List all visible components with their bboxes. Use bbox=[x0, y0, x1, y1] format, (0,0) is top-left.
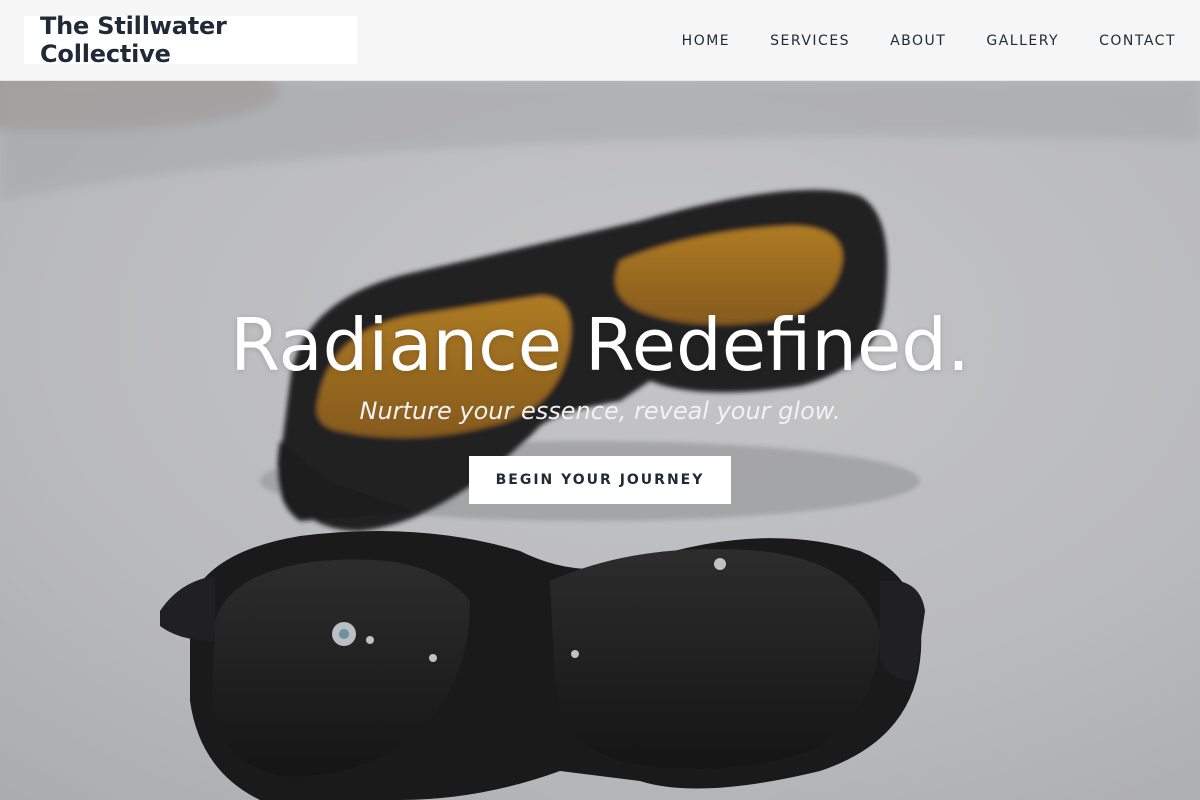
nav-gallery[interactable]: GALLERY bbox=[986, 33, 1059, 49]
hero-title: Radiance Redefined. bbox=[230, 303, 970, 387]
nav-home[interactable]: HOME bbox=[682, 33, 730, 49]
hero-overlay bbox=[0, 81, 1200, 800]
begin-journey-button[interactable]: BEGIN YOUR JOURNEY bbox=[469, 456, 731, 504]
nav-contact[interactable]: CONTACT bbox=[1099, 33, 1176, 49]
site-header: The Stillwater Collective HOME SERVICES … bbox=[0, 0, 1200, 81]
nav-about[interactable]: ABOUT bbox=[890, 33, 946, 49]
nav-services[interactable]: SERVICES bbox=[770, 33, 850, 49]
hero-section: Radiance Redefined. Nurture your essence… bbox=[0, 81, 1200, 800]
brand-logo[interactable]: The Stillwater Collective bbox=[24, 12, 357, 68]
hero-subtitle: Nurture your essence, reveal your glow. bbox=[359, 397, 841, 425]
main-nav: HOME SERVICES ABOUT GALLERY CONTACT bbox=[642, 0, 1176, 81]
